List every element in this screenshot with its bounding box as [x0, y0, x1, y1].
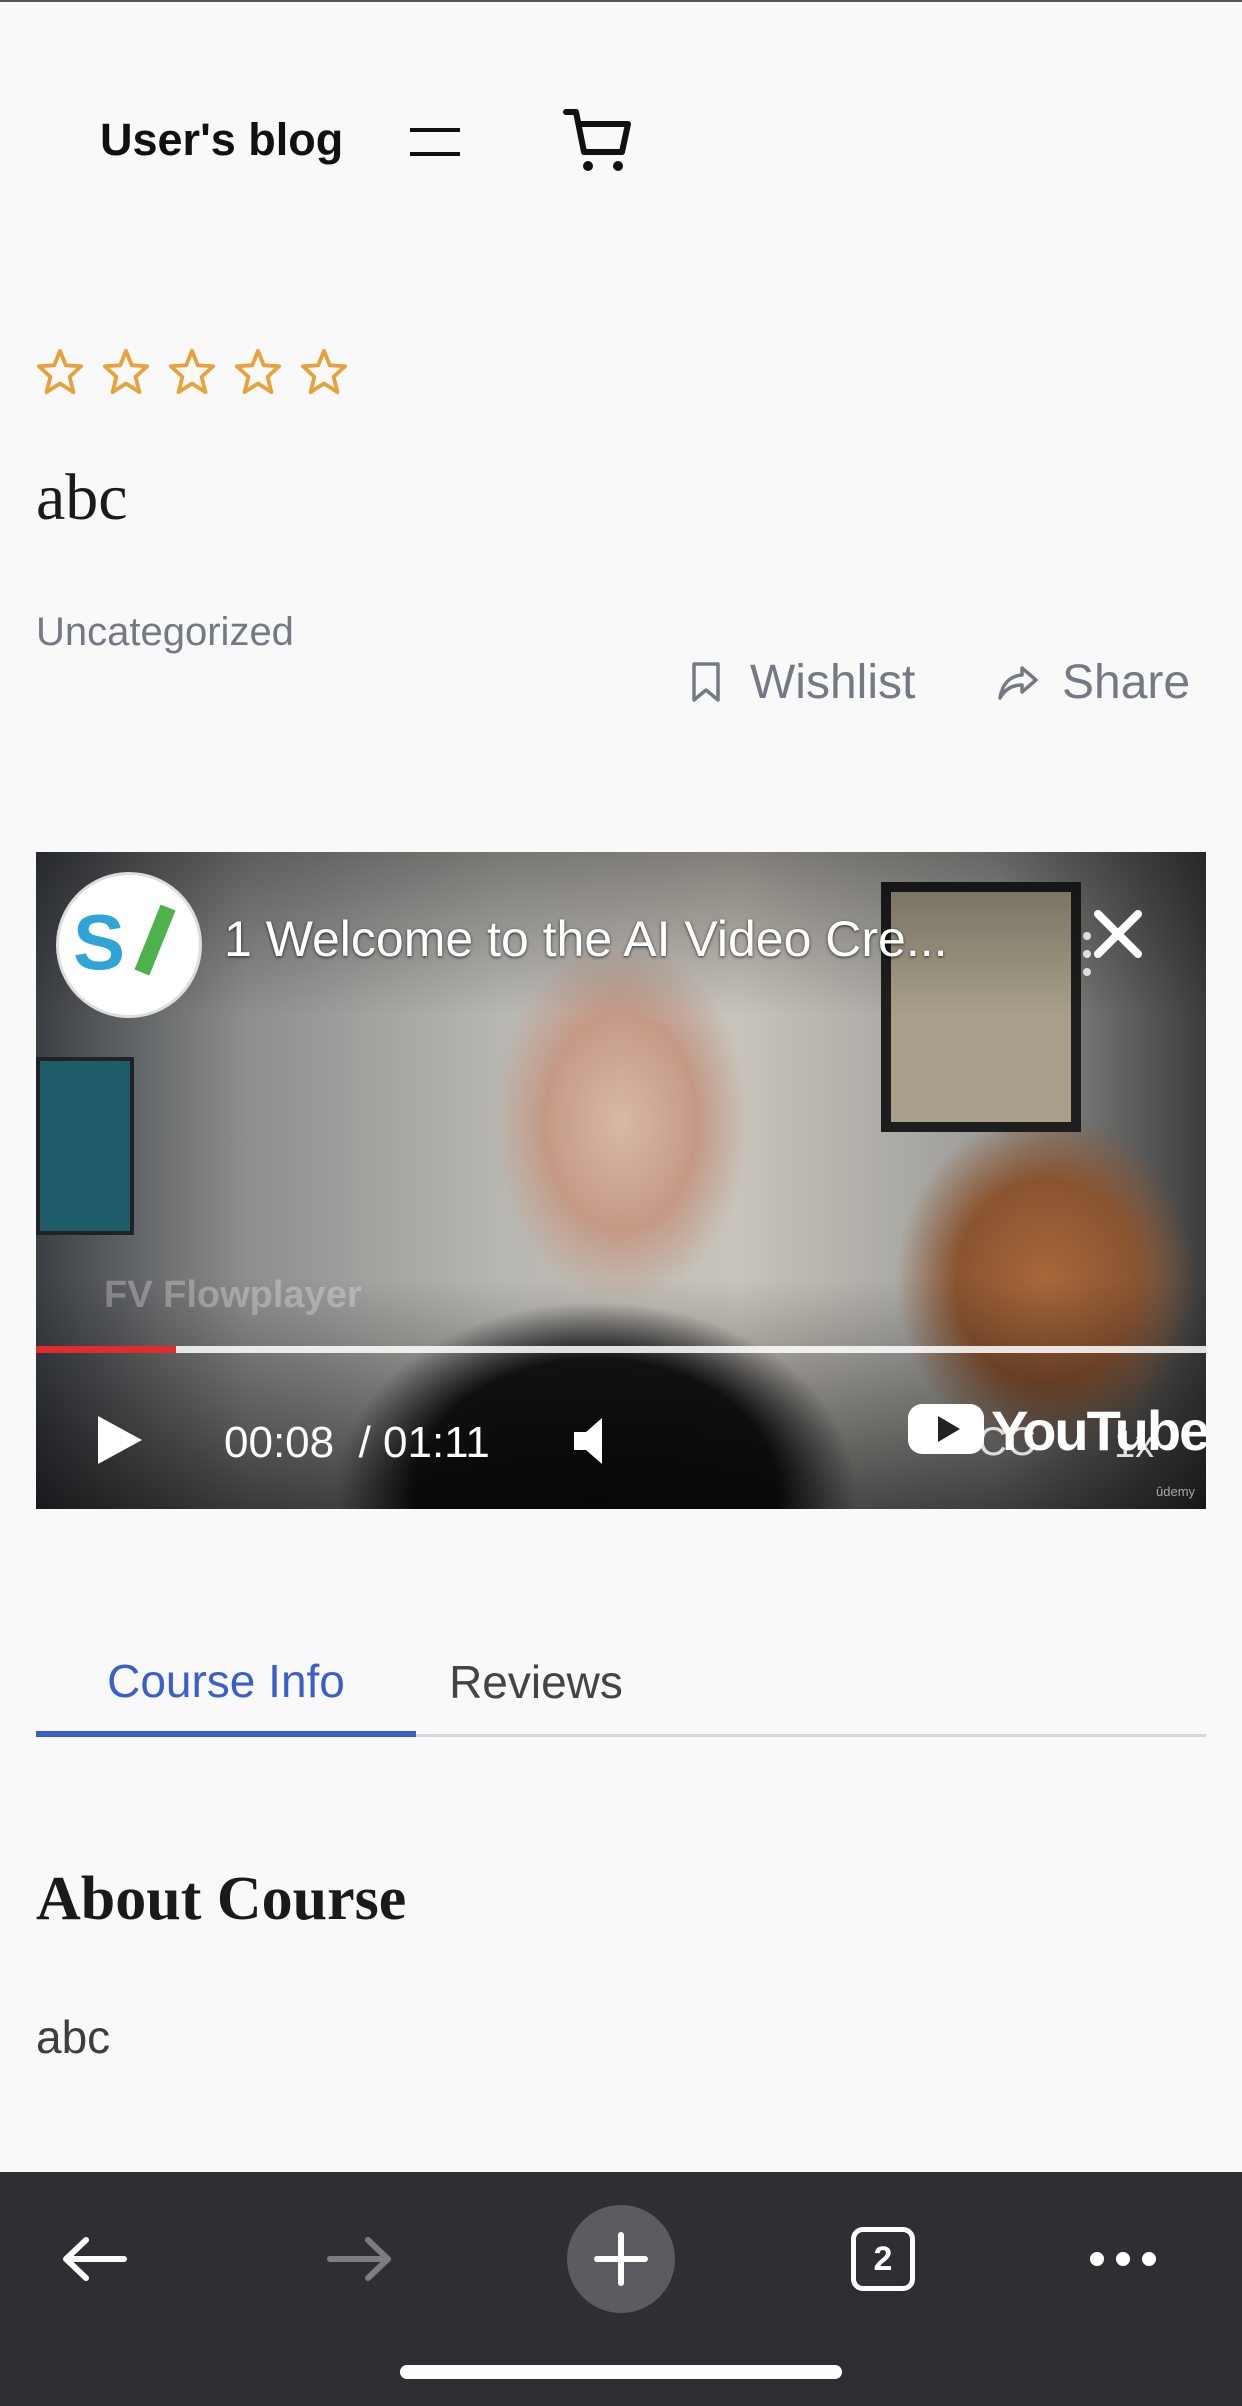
course-tabs: Course Info Reviews: [36, 1630, 1206, 1737]
wishlist-button[interactable]: Wishlist: [684, 652, 915, 712]
video-watermark: FV Flowplayer: [104, 1274, 362, 1316]
forward-button[interactable]: [314, 2204, 404, 2314]
star-icon[interactable]: [300, 348, 348, 396]
star-icon[interactable]: [234, 348, 282, 396]
share-button[interactable]: Share: [996, 652, 1190, 712]
tabs-button[interactable]: 2: [838, 2204, 928, 2314]
volume-icon[interactable]: [570, 1414, 614, 1468]
course-category[interactable]: Uncategorized: [36, 610, 294, 655]
site-header: User's blog: [0, 100, 1242, 190]
video-current-time: 00:08: [224, 1418, 335, 1467]
new-tab-button[interactable]: [566, 2204, 676, 2314]
wishlist-label: Wishlist: [750, 655, 916, 709]
back-button[interactable]: [50, 2204, 140, 2314]
star-icon[interactable]: [168, 348, 216, 396]
video-brand-corner: ûdemy: [1156, 1484, 1196, 1499]
more-button[interactable]: [1078, 2204, 1168, 2314]
play-icon[interactable]: [92, 1412, 146, 1468]
top-border: [0, 0, 1242, 2]
bookmark-icon: [692, 662, 720, 702]
about-course-heading: About Course: [36, 1865, 407, 1933]
video-duration: / 01:11: [358, 1418, 490, 1467]
video-time: 00:08 / 01:11: [224, 1418, 490, 1468]
channel-logo[interactable]: S: [56, 872, 202, 1018]
tab-reviews[interactable]: Reviews: [416, 1630, 656, 1734]
hamburger-menu-icon[interactable]: [408, 122, 462, 162]
star-icon[interactable]: [36, 348, 84, 396]
youtube-label[interactable]: YouTube: [991, 1398, 1206, 1463]
share-label: Share: [1062, 655, 1191, 709]
arrow-left-icon: [63, 2237, 127, 2281]
video-progress-bar[interactable]: [36, 1346, 1206, 1353]
close-icon[interactable]: [1088, 904, 1148, 964]
arrow-right-icon: [327, 2237, 391, 2281]
plus-icon: [594, 2232, 648, 2286]
home-indicator: [400, 2365, 842, 2379]
about-course-text: abc: [36, 2011, 111, 2063]
video-progress-fill: [36, 1346, 177, 1353]
site-title[interactable]: User's blog: [100, 114, 343, 166]
tab-course-info[interactable]: Course Info: [36, 1630, 416, 1737]
course-title: abc: [36, 461, 128, 534]
star-icon[interactable]: [102, 348, 150, 396]
cart-icon[interactable]: [562, 104, 634, 176]
video-player[interactable]: S 1 Welcome to the AI Video Cre... FV Fl…: [36, 852, 1206, 1509]
video-title[interactable]: 1 Welcome to the AI Video Cre...: [224, 910, 948, 968]
star-rating[interactable]: [36, 348, 348, 400]
more-dots-icon: [1090, 2252, 1156, 2266]
share-icon: [998, 666, 1038, 700]
tab-count: 2: [851, 2227, 915, 2291]
youtube-icon[interactable]: [906, 1400, 986, 1458]
playback-speed[interactable]: 1x: [1114, 1424, 1154, 1467]
